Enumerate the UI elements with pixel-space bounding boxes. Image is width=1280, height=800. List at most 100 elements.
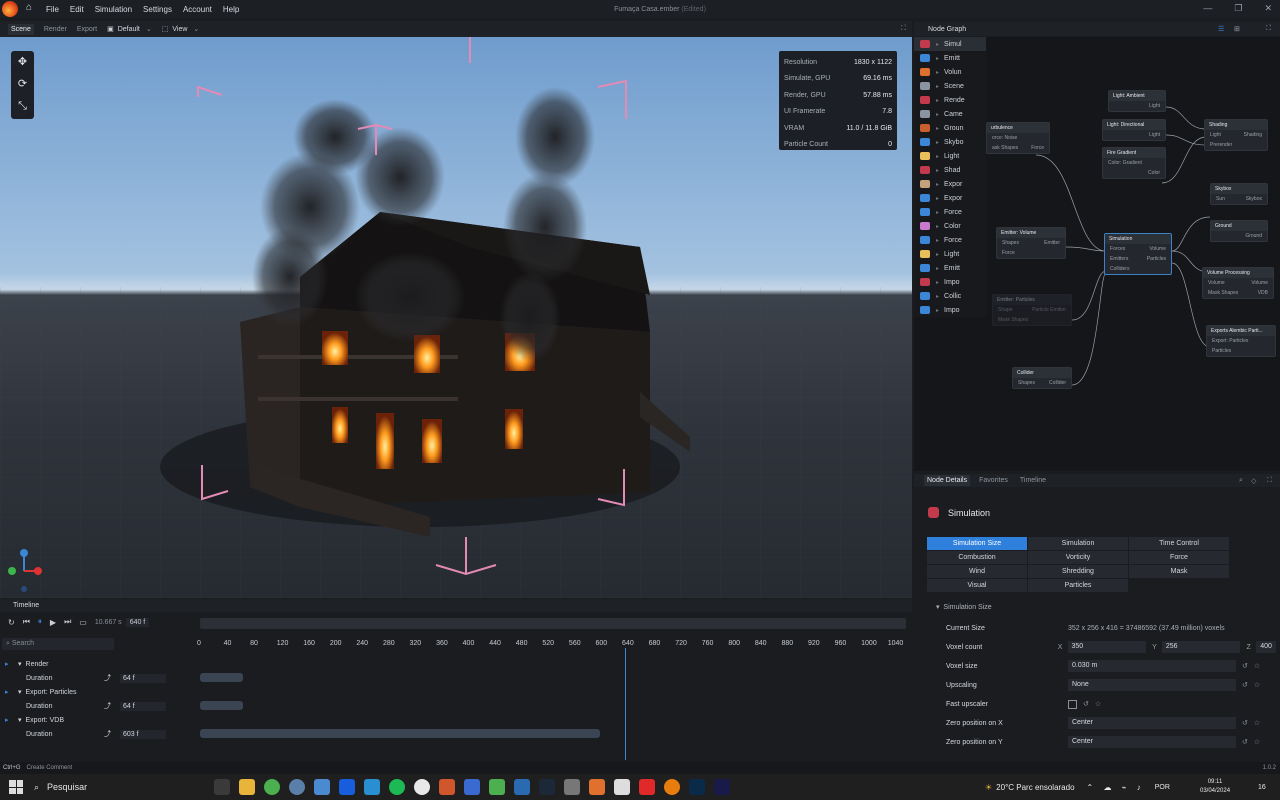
camera-select[interactable]: Default [118,26,140,33]
node-list-item[interactable]: ▸ Simul [914,37,986,51]
play-icon[interactable]: ▶ [50,618,56,627]
notification-count[interactable]: 16 [1258,784,1266,791]
view-icon[interactable]: ⬚ [162,25,169,33]
playhead[interactable] [625,648,627,760]
home-icon[interactable]: ⌂ [26,2,32,13]
close-icon[interactable]: ✕ [1264,3,1272,14]
track-header[interactable]: ▸ ▾ Export: Particles [0,685,196,699]
category-visual[interactable]: Visual [927,579,1027,592]
duration-input[interactable]: 603 f [120,729,166,739]
file-explorer-icon[interactable] [239,779,255,795]
frame-ruler[interactable]: 0 40 80 120 160 200 240 280 320 360 400 440 480 520 56… [196,640,912,652]
weather-text[interactable]: 20°C Parc ensolarado [996,783,1074,792]
app-icon[interactable] [564,779,580,795]
node-list-item[interactable]: ▸ Impo [914,275,986,289]
task-view-icon[interactable] [214,779,230,795]
language[interactable]: POR [1155,784,1170,791]
list-view-icon[interactable]: ☰ [1218,25,1224,33]
star-icon[interactable]: ☆ [1254,719,1260,727]
spotify-icon[interactable] [389,779,405,795]
voxel-y-input[interactable]: 256 [1161,641,1241,653]
node-list-item[interactable]: ▸ Force [914,233,986,247]
maximize-icon[interactable]: ❐ [1234,3,1242,14]
node-emitter-particles[interactable]: Emitter: Particles Shape Particle Emitter M… [992,294,1072,326]
node-graph-canvas[interactable]: ▸ Simul ▸ Emitt ▸ Volun ▸ Scene ▸ Rende ▸ Came ▸ Grou… [914,37,1280,471]
node-collider[interactable]: Collider Shapes Collider [1012,367,1072,389]
blender-icon[interactable] [664,779,680,795]
steam-icon[interactable] [539,779,555,795]
node-list-item[interactable]: ▸ Scene [914,79,986,93]
camera-icon[interactable]: ▣ [107,25,114,33]
curve-icon[interactable]: ⤴ [104,729,120,739]
youtube-icon[interactable] [639,779,655,795]
move-icon[interactable]: ✥ [11,51,34,73]
minimize-icon[interactable]: — [1203,3,1212,14]
node-list-item[interactable]: ▸ Expor [914,177,986,191]
category-mask[interactable]: Mask [1129,565,1229,578]
tab-node-details[interactable]: Node Details [924,475,971,486]
windows-start-icon[interactable] [9,780,23,794]
after-effects-icon[interactable] [714,779,730,795]
diamond-icon[interactable]: ◇ [1248,475,1259,487]
zero-x-select[interactable]: Center [1068,717,1236,729]
node-emitter-volume[interactable]: Emitter: Volume Shapes Emitter Force [996,227,1066,259]
category-particles[interactable]: Particles [1028,579,1128,592]
chevron-down-icon[interactable]: ▾ [18,688,22,696]
voxel-size-input[interactable]: 0.030 m [1068,660,1236,672]
tab-timeline[interactable]: Timeline [1017,475,1049,486]
node-list-item[interactable]: ▸ Volun [914,65,986,79]
node-ground[interactable]: Ground Ground [1210,220,1268,242]
weather-icon[interactable]: ☀ [985,783,992,792]
star-icon[interactable]: ☆ [1254,681,1260,689]
node-skybox[interactable]: Skybox Sun Skybox [1210,183,1268,205]
bitwarden-icon[interactable] [339,779,355,795]
app-icon[interactable] [514,779,530,795]
category-vorticity[interactable]: Vorticity [1028,551,1128,564]
node-export-alembic[interactable]: Exports Alembic Parti... Export: Particle… [1206,325,1276,357]
category-combustion[interactable]: Combustion [927,551,1027,564]
pause-icon[interactable]: ⏸ [38,617,42,627]
node-list-item[interactable]: ▸ Emitt [914,51,986,65]
tab-export[interactable]: Export [77,26,97,33]
node-list-item[interactable]: ▸ Color [914,219,986,233]
voxel-z-input[interactable]: 400 [1256,641,1276,653]
track-duration-bar[interactable] [200,701,243,710]
track-duration-bar[interactable] [200,673,243,682]
app-icon[interactable] [364,779,380,795]
skip-back-icon[interactable]: ⏮ [23,617,30,627]
node-turbulence[interactable]: urbulence orce: Noise ask Shapes Force [986,122,1050,154]
duration-input[interactable]: 64 f [120,701,166,711]
category-time-control[interactable]: Time Control [1129,537,1229,550]
category-simulation-size[interactable]: Simulation Size [927,537,1027,550]
star-icon[interactable]: ☆ [1095,700,1101,708]
chrome-icon[interactable] [264,779,280,795]
reset-icon[interactable]: ↺ [1242,681,1248,689]
node-list-item[interactable]: ▸ Shad [914,163,986,177]
scene-viewport[interactable]: ✥ ⟳ ⤡ Resolution 1830 x 1122 Simulate, GP… [0,37,912,598]
track-search-input[interactable]: ⌕ Search [2,638,114,650]
menu-file[interactable]: File [46,5,59,14]
taskbar-search[interactable]: ⌕ Pesquisar [34,776,174,798]
menu-help[interactable]: Help [223,5,239,14]
chevron-down-icon[interactable]: ▾ [18,660,22,668]
voxel-x-input[interactable]: 350 [1067,641,1147,653]
node-list-item[interactable]: ▸ Skybo [914,135,986,149]
display-icon[interactable]: ▭ [79,618,87,627]
chevron-down-icon[interactable]: ▾ [18,716,22,724]
curve-icon[interactable]: ⤴ [104,701,120,711]
app-icon[interactable] [314,779,330,795]
expand-icon[interactable]: ⛶ [1264,475,1275,487]
scale-icon[interactable]: ⤡ [11,95,34,117]
app-icon[interactable] [439,779,455,795]
category-simulation[interactable]: Simulation [1028,537,1128,550]
expand-icon[interactable]: ⛶ [901,25,906,33]
node-list-item[interactable]: ▸ Impo [914,303,986,317]
grid-view-icon[interactable]: ⊞ [1234,25,1240,33]
app-icon[interactable] [464,779,480,795]
tab-scene[interactable]: Scene [8,23,34,35]
reset-icon[interactable]: ↺ [1242,662,1248,670]
node-simulation[interactable]: Simulation Forces Volume Emitters Particles C… [1104,233,1172,275]
track-header[interactable]: ▸ ▾ Export: VDB [0,713,196,727]
rotate-icon[interactable]: ⟳ [11,73,34,95]
node-list-item[interactable]: ▸ Emitt [914,261,986,275]
